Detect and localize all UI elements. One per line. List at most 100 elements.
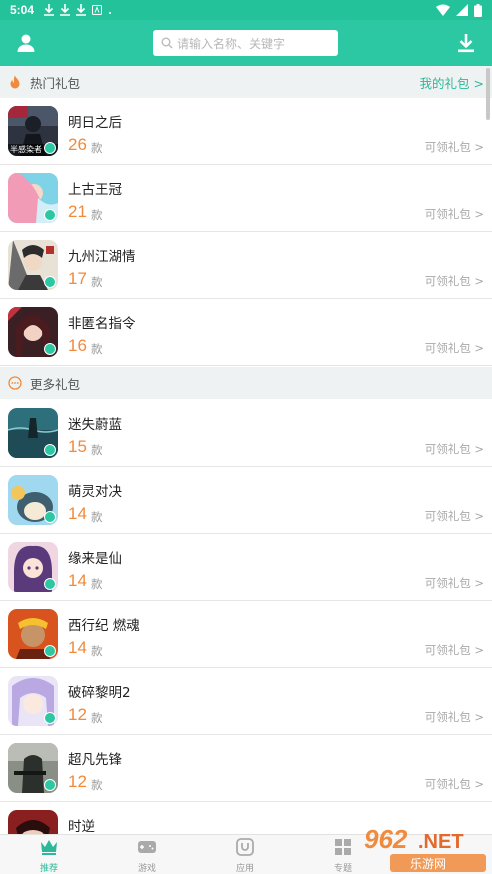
gift-unit: 款 (91, 644, 103, 658)
notification-icons (44, 4, 112, 16)
scrollbar[interactable] (486, 68, 490, 120)
gift-unit: 款 (91, 577, 103, 591)
svg-text:962: 962 (364, 824, 408, 854)
game-name: 时逆 (68, 819, 95, 835)
hot-gifts-title: 热门礼包 (30, 75, 81, 91)
game-row-posuiliming2[interactable]: 破碎黎明2 12 款 可领礼包 > (0, 668, 492, 735)
gift-unit: 款 (91, 342, 103, 356)
more-gifts-header: 更多礼包 (0, 367, 492, 399)
game-thumbnail (8, 542, 58, 592)
gift-unit: 款 (91, 141, 103, 155)
game-thumbnail (8, 743, 58, 793)
user-icon (17, 34, 35, 52)
claim-gift-link[interactable]: 可领礼包 > (425, 273, 484, 289)
game-row-chaofanxianfeng[interactable]: 超凡先锋 12 款 可领礼包 > (0, 735, 492, 802)
download-notification-icon (44, 4, 55, 16)
game-name: 西行纪 燃魂 (68, 618, 140, 634)
battery-icon (474, 3, 482, 17)
gift-count: 15 (68, 437, 87, 456)
gift-unit: 款 (91, 275, 103, 289)
status-time: 5:04 (10, 3, 35, 17)
badge-icon (44, 511, 56, 523)
badge-icon (44, 779, 56, 791)
game-name: 缘来是仙 (68, 551, 122, 567)
claim-gift-link[interactable]: 可领礼包 > (425, 441, 484, 457)
game-row-menglingduijue[interactable]: 萌灵对决 14 款 可领礼包 > (0, 467, 492, 534)
crown-icon (41, 840, 57, 855)
claim-gift-link[interactable]: 可领礼包 > (425, 508, 484, 524)
tab-label: 应用 (235, 864, 254, 874)
flame-icon (10, 75, 20, 89)
claim-gift-link[interactable]: 可领礼包 > (425, 340, 484, 356)
svg-text:.NET: .NET (418, 831, 464, 853)
game-thumbnail (8, 240, 58, 290)
badge-icon (44, 209, 56, 221)
gift-count: 17 (68, 269, 87, 288)
svg-text:乐游网: 乐游网 (410, 857, 446, 871)
thumbnail-art-text: 半感染者 (10, 145, 42, 154)
claim-gift-link[interactable]: 可领礼包 > (425, 139, 484, 155)
badge-icon (44, 645, 56, 657)
claim-gift-link[interactable]: 可领礼包 > (425, 206, 484, 222)
my-gifts-link[interactable]: 我的礼包 > (420, 73, 484, 92)
game-name: 迷失蔚蓝 (68, 417, 122, 433)
user-button[interactable] (14, 31, 38, 55)
game-row-jiuzhoujianghuqing[interactable]: 九州江湖情 17 款 可领礼包 > (0, 232, 492, 299)
gift-count: 12 (68, 772, 87, 791)
claim-gift-link[interactable]: 可领礼包 > (425, 575, 484, 591)
search-placeholder: 请输入名称、关键字 (177, 36, 286, 51)
status-bar: 5:04 (0, 0, 492, 20)
badge-icon (44, 343, 56, 355)
gift-count: 14 (68, 571, 87, 590)
game-row-mishiweilan[interactable]: 迷失蔚蓝 15 款 可领礼包 > (0, 400, 492, 467)
tab-label: 推荐 (39, 864, 58, 874)
game-row-shangguwangguan[interactable]: 上古王冠 21 款 可领礼包 > (0, 165, 492, 232)
game-row-xixingji[interactable]: 西行纪 燃魂 14 款 可领礼包 > (0, 601, 492, 668)
game-name: 非匿名指令 (68, 316, 136, 332)
watermark-logo: 962 .NET 乐游网 (330, 818, 492, 874)
tab-recommend[interactable]: 推荐 (19, 838, 79, 874)
game-row-feinimingzhiling[interactable]: 非匿名指令 16 款 可领礼包 > (0, 299, 492, 366)
hot-gifts-header: 热门礼包 我的礼包 > (0, 66, 492, 98)
game-thumbnail (8, 676, 58, 726)
search-icon (161, 37, 173, 49)
gift-unit: 款 (91, 510, 103, 524)
download-icon (458, 34, 474, 53)
game-row-yuanlaishixian[interactable]: 缘来是仙 14 款 可领礼包 > (0, 534, 492, 601)
gift-count: 16 (68, 336, 87, 355)
gamepad-icon (138, 841, 156, 853)
game-thumbnail: 半感染者 (8, 106, 58, 156)
gift-unit: 款 (91, 208, 103, 222)
download-manager-button[interactable] (454, 31, 478, 55)
tab-games[interactable]: 游戏 (117, 838, 177, 874)
signal-icon (456, 4, 468, 16)
game-name: 明日之后 (68, 115, 122, 131)
game-name: 九州江湖情 (68, 249, 136, 265)
game-name: 破碎黎明2 (68, 685, 131, 701)
claim-gift-link[interactable]: 可领礼包 > (425, 642, 484, 658)
game-name: 超凡先锋 (68, 752, 122, 768)
game-thumbnail (8, 408, 58, 458)
tab-label: 游戏 (137, 864, 156, 874)
gift-unit: 款 (91, 711, 103, 725)
search-input[interactable]: 请输入名称、关键字 (153, 30, 338, 56)
tab-apps[interactable]: 应用 (215, 838, 275, 874)
app-notification-icon (92, 5, 103, 15)
gift-count: 14 (68, 638, 87, 657)
badge-icon (44, 712, 56, 724)
gift-unit: 款 (91, 778, 103, 792)
badge-icon (44, 578, 56, 590)
gift-unit: 款 (91, 443, 103, 457)
download-notification-icon (60, 4, 71, 16)
more-dots-icon (8, 376, 22, 390)
dot-icon (109, 12, 112, 14)
more-gifts-title: 更多礼包 (30, 376, 81, 392)
claim-gift-link[interactable]: 可领礼包 > (425, 709, 484, 725)
gift-count: 14 (68, 504, 87, 523)
badge-icon (44, 444, 56, 456)
wifi-icon (436, 4, 450, 16)
download-notification-icon (76, 4, 87, 16)
claim-gift-link[interactable]: 可领礼包 > (425, 776, 484, 792)
gift-count: 21 (68, 202, 87, 221)
game-row-mingrizhihou[interactable]: 半感染者 明日之后 26 款 可领礼包 > (0, 98, 492, 165)
